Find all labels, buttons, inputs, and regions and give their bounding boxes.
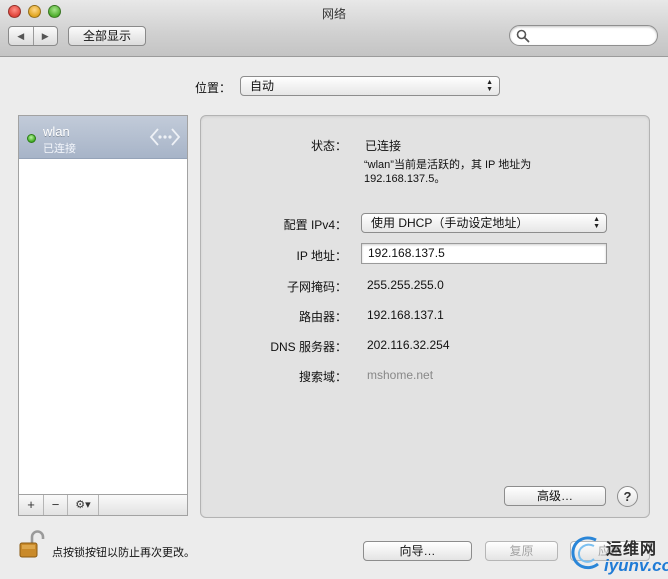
- help-button[interactable]: ?: [617, 486, 638, 507]
- window-title: 网络: [321, 7, 346, 21]
- advanced-button[interactable]: 高级…: [504, 486, 606, 506]
- service-status: 已连接: [43, 143, 76, 155]
- status-value: 已连接: [365, 139, 402, 153]
- ethernet-arrows-icon: [149, 128, 181, 146]
- search-domain-label: 搜索域：: [298, 370, 347, 384]
- ip-address-label: IP 地址：: [296, 249, 347, 263]
- config-ipv4-value: 使用 DHCP（手动设定地址）: [371, 216, 529, 230]
- router-label: 路由器：: [298, 310, 347, 324]
- status-description-line2: 192.168.137.5。: [364, 173, 446, 185]
- gear-menu-button[interactable]: ⚙▾: [68, 495, 99, 515]
- network-preferences-window: 网络 ◀ ▶ 全部显示 位置： 自动 ▲ ▼ wlan 已连接 + − ⚙▾ 状…: [0, 0, 668, 579]
- service-item-wlan[interactable]: wlan 已连接: [19, 116, 187, 159]
- status-label: 状态：: [310, 139, 347, 153]
- ip-address-field[interactable]: 192.168.137.5: [361, 243, 607, 264]
- add-service-button[interactable]: +: [19, 495, 44, 515]
- dns-server-value: 202.116.32.254: [367, 338, 450, 352]
- updown-arrows-icon: ▲ ▼: [486, 79, 493, 93]
- revert-button[interactable]: 复原: [485, 541, 558, 561]
- subnet-mask-label: 子网掩码：: [286, 280, 347, 294]
- location-value: 自动: [250, 79, 275, 93]
- watermark: 运维网 iyunv.com: [564, 528, 668, 579]
- status-dot-icon: [27, 134, 36, 143]
- dns-server-label: DNS 服务器：: [270, 340, 347, 354]
- lock-message: 点按锁按钮以防止再次更改。: [52, 547, 195, 559]
- status-description: “wlan”当前是活跃的，其 IP 地址为 192.168.137.5。: [364, 158, 564, 186]
- remove-service-button[interactable]: −: [44, 495, 68, 515]
- updown-arrows-icon: ▲ ▼: [593, 216, 600, 230]
- back-forward-control: ◀ ▶: [8, 26, 58, 46]
- lock-icon[interactable]: [18, 530, 46, 560]
- service-list: wlan 已连接: [18, 115, 188, 495]
- service-name: wlan: [43, 124, 70, 139]
- subnet-mask-value: 255.255.255.0: [367, 278, 444, 292]
- config-ipv4-label: 配置 IPv4：: [283, 218, 347, 232]
- location-popup[interactable]: 自动 ▲ ▼: [240, 76, 500, 96]
- watermark-bottom-text: iyunv.com: [604, 556, 668, 575]
- forward-button[interactable]: ▶: [34, 27, 58, 45]
- location-label: 位置：: [195, 81, 232, 95]
- search-domain-value: mshome.net: [367, 368, 434, 382]
- search-field[interactable]: [509, 25, 658, 46]
- back-button[interactable]: ◀: [9, 27, 34, 45]
- config-ipv4-popup[interactable]: 使用 DHCP（手动设定地址） ▲ ▼: [361, 213, 607, 233]
- router-value: 192.168.137.1: [367, 308, 444, 322]
- assist-me-button[interactable]: 向导…: [363, 541, 472, 561]
- service-list-controls: + − ⚙▾: [18, 495, 188, 516]
- status-description-line1: “wlan”当前是活跃的，其 IP 地址为: [364, 159, 532, 171]
- search-icon: [516, 29, 530, 43]
- watermark-logo-icon: [571, 536, 599, 570]
- show-all-button[interactable]: 全部显示: [68, 26, 146, 46]
- detail-panel: 状态： 已连接 “wlan”当前是活跃的，其 IP 地址为 192.168.13…: [200, 115, 650, 518]
- title-bar: 网络 ◀ ▶ 全部显示: [0, 0, 668, 57]
